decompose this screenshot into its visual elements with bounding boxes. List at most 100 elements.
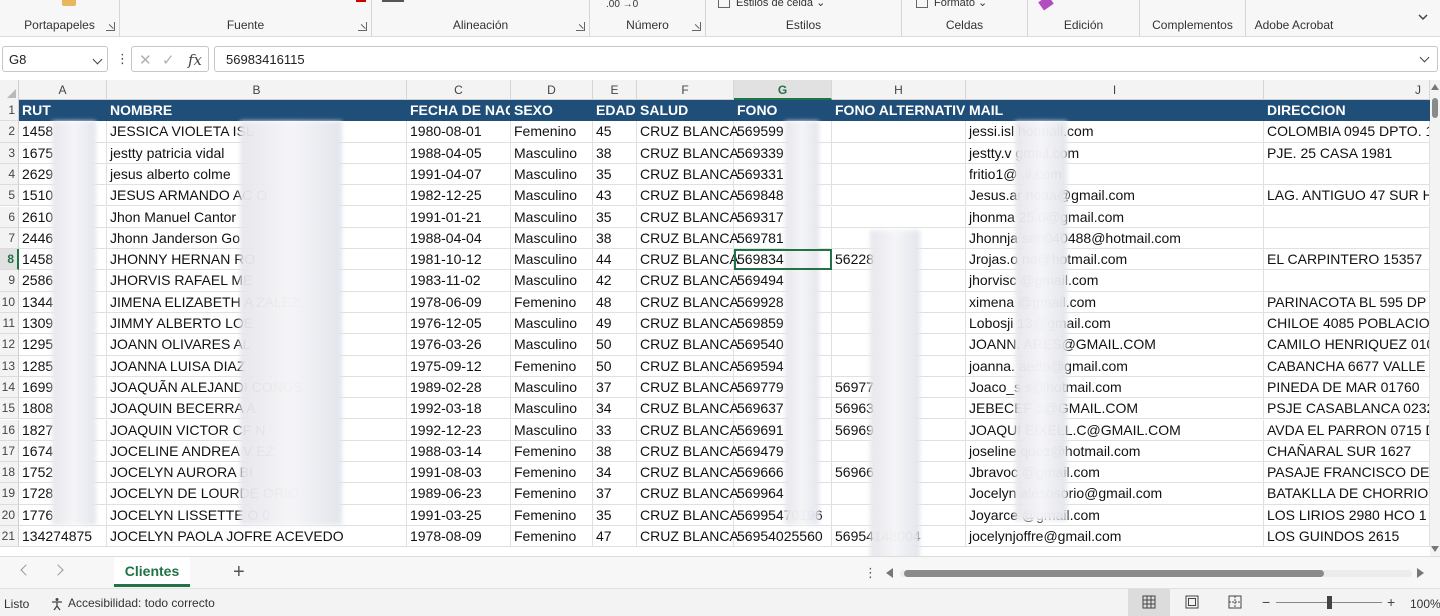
column-title[interactable]: FECHA DE NAC bbox=[407, 100, 511, 122]
more-options-icon[interactable]: ⋮ bbox=[116, 51, 129, 67]
cell[interactable] bbox=[1264, 206, 1430, 228]
cell[interactable]: BATAKLLA DE CHORRIOS bbox=[1264, 483, 1430, 505]
cell[interactable]: 1982-12-25 bbox=[407, 185, 511, 207]
cell[interactable]: 1991-01-21 bbox=[407, 206, 511, 228]
format-button[interactable]: Formato ⌄ bbox=[916, 0, 987, 9]
cell[interactable]: 33 bbox=[593, 419, 637, 441]
cell[interactable]: jocelynjoffre@gmail.com bbox=[966, 526, 1264, 548]
cell[interactable]: 1976-03-26 bbox=[407, 334, 511, 356]
cell[interactable] bbox=[832, 163, 966, 186]
cell[interactable]: Jrojas.o na@hotmail.com bbox=[966, 249, 1264, 271]
cell[interactable]: Jbravoc @gmail.com bbox=[966, 462, 1264, 484]
zoom-slider[interactable] bbox=[1276, 596, 1382, 609]
cell[interactable]: jestty.v gmail.com bbox=[966, 142, 1264, 164]
cell[interactable] bbox=[832, 121, 966, 143]
cell[interactable]: JOCELYN PAOLA JOFRE ACEVEDO bbox=[107, 526, 407, 548]
row-header[interactable]: 12 bbox=[0, 334, 19, 356]
cell[interactable]: LOS GUINDOS 2615 bbox=[1264, 526, 1430, 548]
cell[interactable]: 50 bbox=[593, 334, 637, 356]
cell[interactable]: CRUZ BLANCA bbox=[637, 419, 739, 441]
cell[interactable]: 1991-04-07 bbox=[407, 163, 511, 186]
cell[interactable]: CRUZ BLANCA bbox=[637, 355, 739, 377]
prev-sheet-icon[interactable] bbox=[20, 564, 32, 576]
cell[interactable]: 44 bbox=[593, 249, 637, 271]
cell[interactable]: PINEDA DE MAR 01760 bbox=[1264, 376, 1430, 399]
cell[interactable]: EL CARPINTERO 15357 bbox=[1264, 249, 1430, 271]
column-header-b[interactable]: B bbox=[107, 80, 407, 100]
row-header[interactable]: 5 bbox=[0, 185, 19, 207]
cell[interactable]: 1989-06-23 bbox=[407, 483, 511, 505]
cell[interactable]: Lobosji 13@gmail.com bbox=[966, 313, 1264, 335]
cell[interactable]: CRUZ BLANCA bbox=[637, 376, 739, 399]
cell[interactable]: Masculino bbox=[511, 227, 593, 250]
cell[interactable] bbox=[832, 206, 966, 228]
cell[interactable]: CRUZ BLANCA bbox=[637, 142, 739, 164]
column-title[interactable]: SALUD bbox=[637, 100, 734, 122]
cell[interactable]: 34 bbox=[593, 398, 637, 420]
row-header[interactable]: 9 bbox=[0, 270, 19, 292]
row-header[interactable]: 21 bbox=[0, 526, 19, 548]
cell[interactable] bbox=[1264, 270, 1430, 292]
accessibility-status[interactable]: Accesibilidad: todo correcto bbox=[50, 596, 215, 611]
column-header-i[interactable]: I bbox=[966, 80, 1264, 100]
cell[interactable] bbox=[832, 142, 966, 164]
expand-formula-icon[interactable] bbox=[1419, 52, 1430, 63]
scroll-left-icon[interactable] bbox=[886, 568, 893, 578]
cell[interactable]: Jocelyn alesosorio@gmail.com bbox=[966, 483, 1264, 505]
row-header[interactable]: 20 bbox=[0, 504, 19, 526]
cell[interactable]: 134274875 bbox=[19, 526, 107, 548]
font-color-icon[interactable] bbox=[356, 0, 366, 2]
cell[interactable]: Masculino bbox=[511, 313, 593, 335]
page-layout-icon[interactable] bbox=[1185, 595, 1199, 609]
cell[interactable]: CRUZ BLANCA bbox=[637, 440, 739, 463]
chevron-down-icon[interactable] bbox=[92, 54, 103, 65]
cell[interactable]: Masculino bbox=[511, 249, 593, 271]
normal-view-button[interactable] bbox=[1128, 589, 1170, 616]
cell[interactable]: 35 bbox=[593, 504, 637, 526]
cell[interactable]: PSJE CASABLANCA 02323 bbox=[1264, 398, 1430, 420]
cell[interactable]: 47 bbox=[593, 526, 637, 548]
cell[interactable]: JEBECEF 1@GMAIL.COM bbox=[966, 398, 1264, 420]
horizontal-scrollbar[interactable] bbox=[886, 566, 1426, 580]
cell[interactable]: 56954025560 bbox=[734, 526, 832, 548]
horizontal-scroll-thumb[interactable] bbox=[904, 570, 1324, 577]
cell[interactable]: 38 bbox=[593, 227, 637, 250]
cell[interactable]: Femenino bbox=[511, 291, 593, 313]
row-header[interactable]: 1 bbox=[0, 100, 19, 122]
dialog-launcher-icon[interactable] bbox=[692, 22, 701, 31]
cell[interactable]: 1975-09-12 bbox=[407, 355, 511, 377]
zoom-slider-knob[interactable] bbox=[1326, 596, 1332, 609]
cell[interactable]: Masculino bbox=[511, 206, 593, 228]
dialog-launcher-icon[interactable] bbox=[576, 22, 585, 31]
cell[interactable]: CHAÑARAL SUR 1627 bbox=[1264, 440, 1430, 463]
row-header[interactable]: 14 bbox=[0, 376, 19, 399]
cell[interactable]: 1992-12-23 bbox=[407, 419, 511, 441]
cell[interactable]: JOANN. ARES@GMAIL.COM bbox=[966, 334, 1264, 356]
row-header[interactable]: 11 bbox=[0, 313, 19, 335]
sheet-tab-clientes[interactable]: Clientes bbox=[114, 557, 190, 587]
cell[interactable]: 569834 bbox=[734, 249, 832, 271]
select-all-button[interactable] bbox=[0, 80, 19, 100]
cell[interactable]: CRUZ BLANCA bbox=[637, 121, 739, 143]
column-title[interactable]: RUT bbox=[19, 100, 107, 122]
row-header[interactable]: 7 bbox=[0, 227, 19, 250]
cell[interactable]: jhonma 25.0@gmail.com bbox=[966, 206, 1264, 228]
page-break-preview-icon[interactable] bbox=[1228, 595, 1242, 609]
zoom-in-button[interactable]: + bbox=[1387, 594, 1395, 610]
cell[interactable]: 34 bbox=[593, 462, 637, 484]
column-title[interactable]: DIRECCION bbox=[1264, 100, 1430, 122]
cell[interactable]: CHILOE 4085 POBLACION bbox=[1264, 313, 1430, 335]
scroll-right-icon[interactable] bbox=[1417, 568, 1424, 578]
column-header-h[interactable]: H bbox=[832, 80, 966, 100]
cell[interactable] bbox=[832, 185, 966, 207]
cell[interactable]: 1991-08-03 bbox=[407, 462, 511, 484]
cell[interactable]: Masculino bbox=[511, 185, 593, 207]
cell[interactable]: Masculino bbox=[511, 398, 593, 420]
cell[interactable]: 1988-04-04 bbox=[407, 227, 511, 250]
row-header[interactable]: 15 bbox=[0, 398, 19, 420]
row-header[interactable]: 3 bbox=[0, 142, 19, 164]
worksheet-grid[interactable]: ABCDEFGHIJ 1 RUT NOMBRE FECHA DE NAC SEXO EDA… bbox=[0, 80, 1430, 556]
cell[interactable]: CRUZ BLANCA bbox=[637, 526, 739, 548]
column-title[interactable]: SEXO bbox=[511, 100, 593, 122]
cell[interactable]: Femenino bbox=[511, 462, 593, 484]
